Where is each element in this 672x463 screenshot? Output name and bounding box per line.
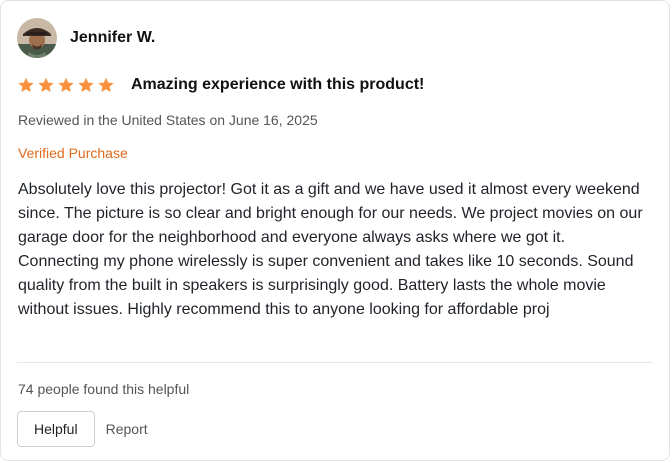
helpful-count: 74 people found this helpful bbox=[18, 381, 190, 397]
verified-purchase-badge: Verified Purchase bbox=[18, 145, 128, 161]
review-body: Absolutely love this projector! Got it a… bbox=[18, 181, 643, 318]
helpful-button[interactable]: Helpful bbox=[17, 411, 95, 447]
review-title: Amazing experience with this product! bbox=[131, 76, 425, 93]
star-icon bbox=[38, 77, 54, 93]
star-icon bbox=[18, 77, 34, 93]
review-header: Jennifer W. bbox=[17, 17, 155, 58]
reviewer-avatar bbox=[17, 17, 57, 58]
star-icon bbox=[78, 77, 94, 93]
review-actions: Helpful Report bbox=[17, 411, 148, 447]
review-meta: Reviewed in the United States on June 16… bbox=[18, 112, 318, 128]
avatar-photo-icon bbox=[17, 17, 57, 58]
report-link[interactable]: Report bbox=[106, 421, 148, 437]
star-icon bbox=[98, 77, 114, 93]
rating-row: Amazing experience with this product! bbox=[17, 74, 424, 96]
reviewer-name: Jennifer W. bbox=[70, 28, 156, 46]
divider bbox=[17, 362, 653, 363]
star-icon bbox=[58, 77, 74, 93]
star-rating bbox=[17, 76, 117, 94]
review-card: Jennifer W. Amazing experience with this… bbox=[0, 0, 670, 461]
